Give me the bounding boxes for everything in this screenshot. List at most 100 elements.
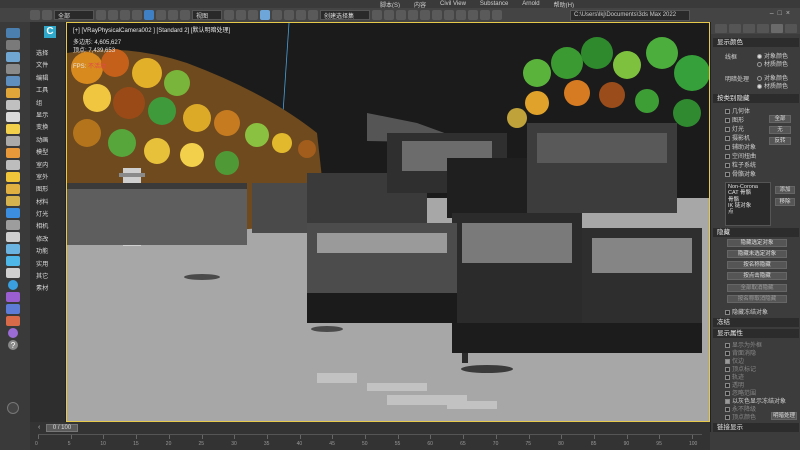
category-item[interactable]: 工具: [36, 85, 48, 97]
hide-unselected-button[interactable]: 隐藏未选定对象: [727, 250, 787, 258]
shaded-button[interactable]: 明暗处理: [771, 412, 797, 420]
selection-filter-dropdown[interactable]: 全部: [54, 10, 94, 20]
category-item[interactable]: 实用: [36, 259, 48, 271]
named-selection-set-dropdown[interactable]: 创建选择集: [320, 10, 370, 20]
maximize-icon[interactable]: □: [778, 10, 786, 17]
text-shape-icon[interactable]: [6, 196, 20, 206]
category-item[interactable]: 素材: [36, 283, 48, 295]
category-cameras-checkbox[interactable]: 摄影机: [725, 133, 750, 142]
spinner-snap-icon[interactable]: [296, 10, 306, 20]
box-icon[interactable]: [6, 52, 20, 62]
close-icon[interactable]: ×: [786, 10, 794, 17]
category-item[interactable]: 选择: [36, 48, 48, 60]
vertex-colors-checkbox[interactable]: 顶点颜色: [725, 412, 756, 421]
hide-by-name-button[interactable]: 按名称隐藏: [727, 261, 787, 269]
project-path-field[interactable]: C:\Users\lkj\Documents\3ds Max 2022: [570, 10, 690, 21]
time-slider[interactable]: 0 / 100: [46, 424, 78, 432]
undo-icon[interactable]: [30, 10, 40, 20]
category-none-button[interactable]: 无: [769, 126, 791, 134]
wireframe-material-color-radio[interactable]: 材质颜色: [757, 59, 788, 68]
rollout-display-properties[interactable]: 显示属性: [713, 329, 799, 338]
motion-tab-icon[interactable]: [757, 23, 769, 33]
render-setup-icon[interactable]: [456, 10, 466, 20]
wrench-icon[interactable]: [6, 244, 20, 254]
layer-explorer-icon[interactable]: [396, 10, 406, 20]
unhide-by-name-button[interactable]: 按名称取消隐藏: [727, 295, 787, 303]
category-item[interactable]: 相机: [36, 221, 48, 233]
redo-icon[interactable]: [42, 10, 52, 20]
hide-selected-button[interactable]: 隐藏选定对象: [727, 239, 787, 247]
helper-icon[interactable]: [6, 148, 20, 158]
rotate-icon[interactable]: [156, 10, 166, 20]
category-item[interactable]: 功能: [36, 246, 48, 258]
schematic-view-icon[interactable]: [432, 10, 442, 20]
paint-icon[interactable]: [6, 232, 20, 242]
scale-icon[interactable]: [168, 10, 178, 20]
measure-icon[interactable]: [6, 268, 20, 278]
render-in-cloud-icon[interactable]: [492, 10, 502, 20]
category-item[interactable]: 图形: [36, 184, 48, 196]
category-item[interactable]: 修改: [36, 234, 48, 246]
window-crossing-icon[interactable]: [132, 10, 142, 20]
modify-tab-icon[interactable]: [729, 23, 741, 33]
light-icon[interactable]: [6, 124, 20, 134]
hide-by-hit-button[interactable]: 按点击隐藏: [727, 272, 787, 280]
category-helpers-checkbox[interactable]: 辅助对象: [725, 142, 756, 151]
rollout-display-color[interactable]: 显示颜色: [713, 38, 799, 47]
category-item[interactable]: 组: [36, 98, 48, 110]
hide-frozen-checkbox[interactable]: 隐藏冻结对象: [725, 307, 768, 316]
move-icon[interactable]: [144, 10, 154, 20]
snap-toggle-icon[interactable]: [260, 10, 270, 20]
grid-icon[interactable]: [6, 256, 20, 266]
category-item[interactable]: 灯光: [36, 209, 48, 221]
mirror-icon[interactable]: [372, 10, 382, 20]
material-icon[interactable]: [6, 208, 20, 218]
category-item[interactable]: 文件: [36, 60, 48, 72]
category-spacewarps-checkbox[interactable]: 空间扭曲: [725, 151, 756, 160]
category-geometry-checkbox[interactable]: 几何体: [725, 106, 750, 115]
camera-viewport[interactable]: [+] [VRayPhysicalCamera002 ] [Standard 2…: [66, 22, 710, 422]
unhide-all-button[interactable]: 全部取消隐藏: [727, 284, 787, 292]
hierarchy-tab-icon[interactable]: [743, 23, 755, 33]
plane-icon[interactable]: [6, 76, 20, 86]
plugin-icon[interactable]: [6, 304, 20, 314]
teapot-icon[interactable]: [6, 28, 20, 38]
category-item[interactable]: 室内: [36, 160, 48, 172]
percent-snap-icon[interactable]: [284, 10, 294, 20]
render-icon[interactable]: [6, 292, 20, 302]
list-item[interactable]: 点: [728, 209, 768, 215]
create-tab-icon[interactable]: [715, 23, 727, 33]
category-item[interactable]: 编辑: [36, 73, 48, 85]
category-shapes-checkbox[interactable]: 图形: [725, 115, 744, 124]
menu-item-substance[interactable]: Substance: [480, 1, 508, 7]
rendered-frame-window-icon[interactable]: [468, 10, 478, 20]
sync-icon[interactable]: [8, 328, 18, 338]
pyramid-icon[interactable]: [6, 112, 20, 122]
category-item[interactable]: 变换: [36, 122, 48, 134]
select-object-icon[interactable]: [96, 10, 106, 20]
modifier-icon[interactable]: [6, 220, 20, 230]
material-editor-icon[interactable]: [444, 10, 454, 20]
menu-item-civil-view[interactable]: Civil View: [440, 1, 466, 7]
menu-item-arnold[interactable]: Arnold: [522, 1, 539, 7]
cylinder-icon[interactable]: [6, 64, 20, 74]
select-manipulate-icon[interactable]: [236, 10, 246, 20]
filter-add-button[interactable]: 添加: [775, 186, 795, 194]
category-item[interactable]: 其它: [36, 271, 48, 283]
timeline[interactable]: ‹ 0 / 100 0 5 10 15 20 25 30 35 40 45 50 55 60 65 70 75…: [30, 422, 710, 450]
rollout-hide-by-category[interactable]: 按类别隐藏: [713, 94, 799, 103]
rect-selection-icon[interactable]: [120, 10, 130, 20]
particle-icon[interactable]: [6, 172, 20, 182]
time-ruler[interactable]: 0 5 10 15 20 25 30 35 40 45 50 55 60 65 70 75 80 85 90 95 10…: [35, 434, 702, 448]
render-production-icon[interactable]: [480, 10, 490, 20]
placement-icon[interactable]: [180, 10, 190, 20]
spacewarp-icon[interactable]: [6, 160, 20, 170]
viewport-settings-icon[interactable]: [7, 402, 19, 414]
category-item[interactable]: 显示: [36, 110, 48, 122]
reference-coord-dropdown[interactable]: 视图: [192, 10, 222, 20]
edit-named-sets-icon[interactable]: [308, 10, 318, 20]
category-item[interactable]: 室外: [36, 172, 48, 184]
globe-icon[interactable]: [8, 280, 18, 290]
rollout-hide[interactable]: 隐藏: [713, 228, 799, 237]
toggle-ribbon-icon[interactable]: [408, 10, 418, 20]
